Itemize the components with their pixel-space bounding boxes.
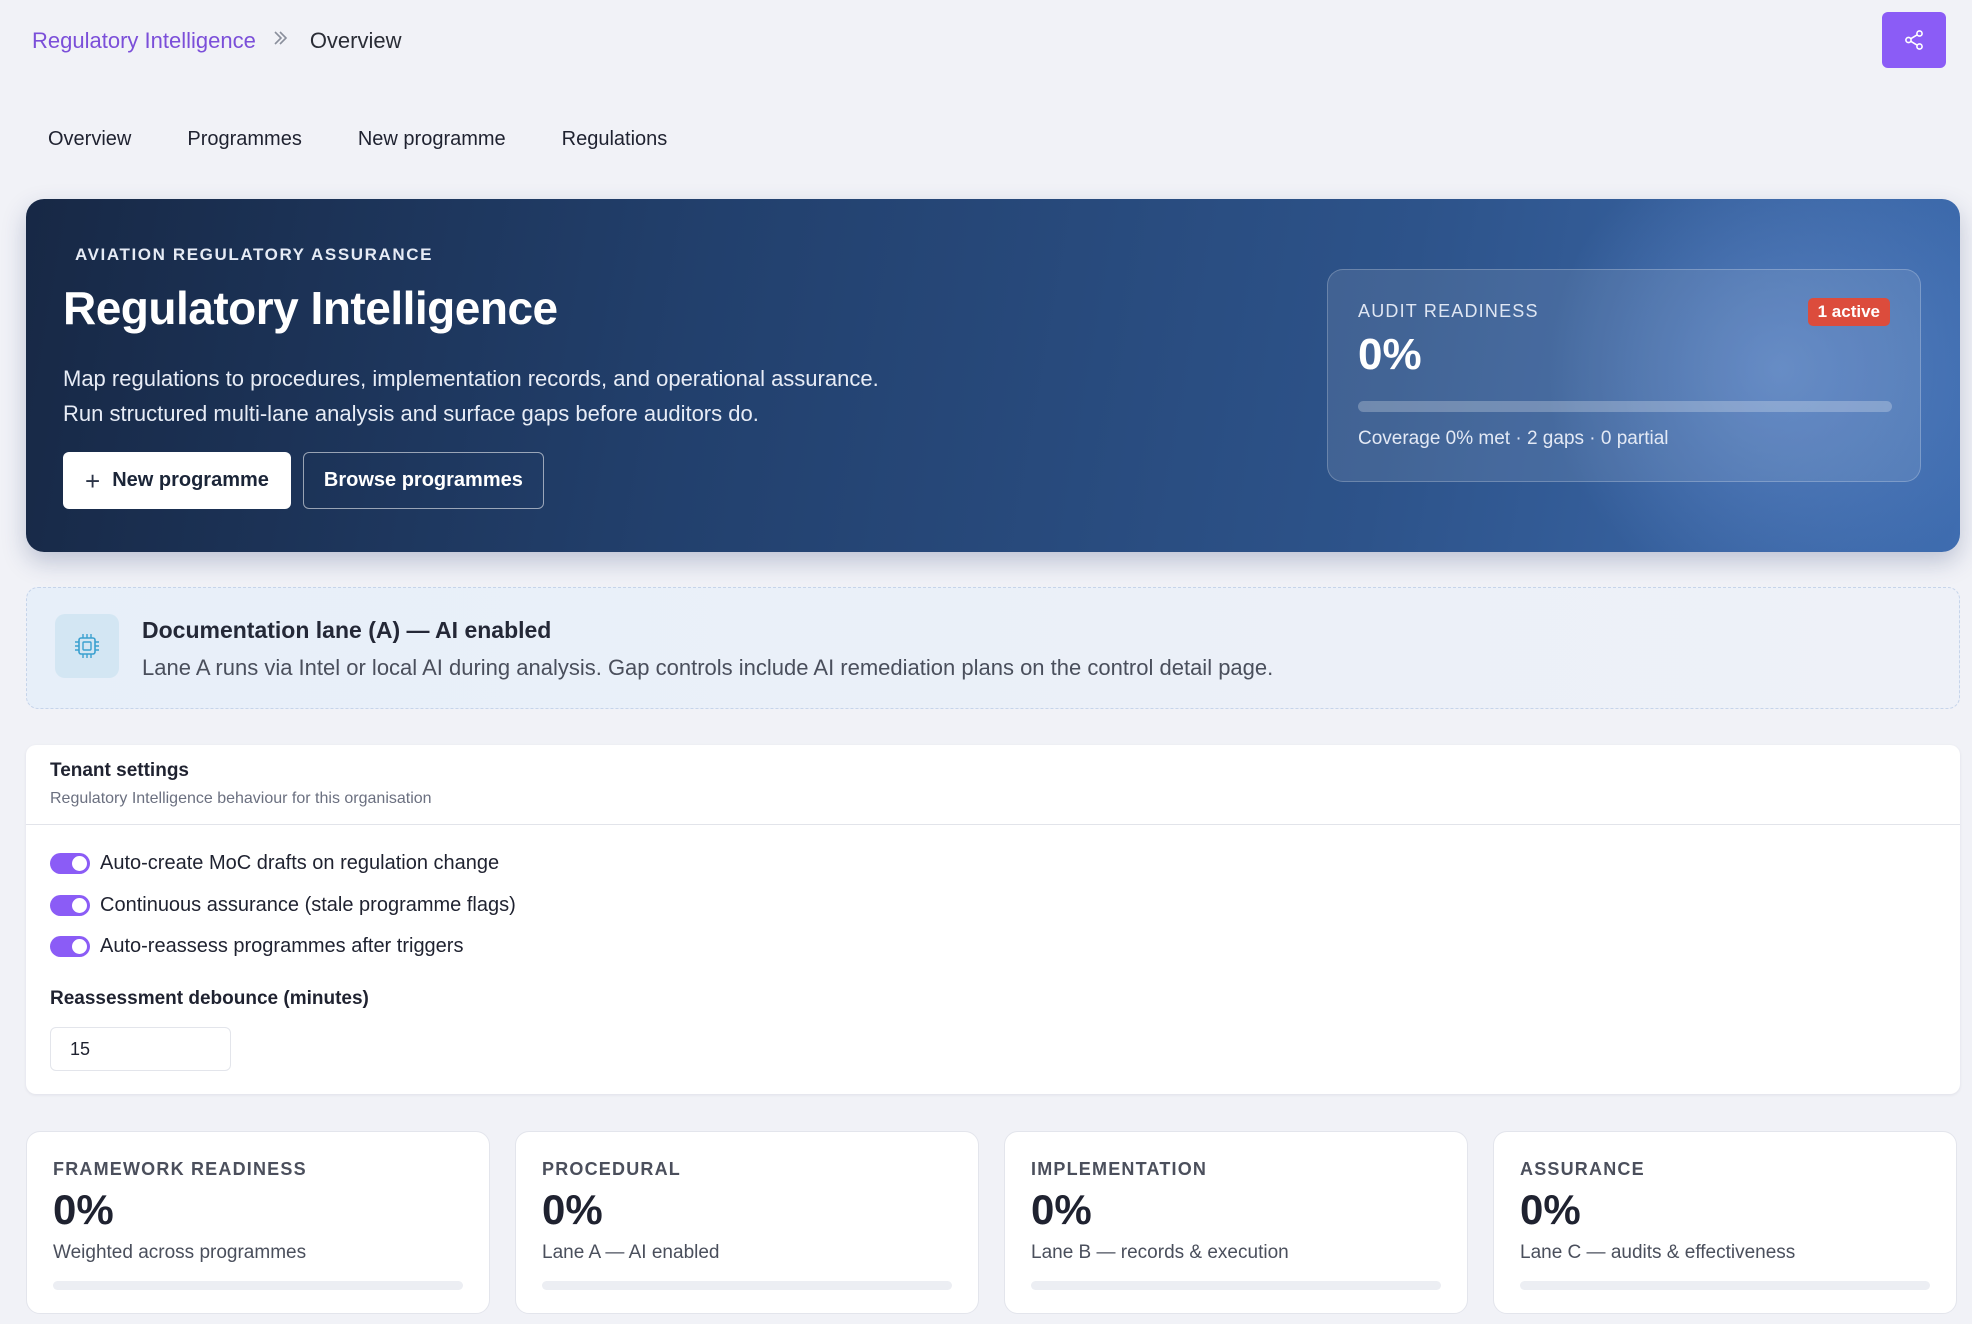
metric-label: FRAMEWORK READINESS xyxy=(53,1159,307,1179)
ai-lane-banner: Documentation lane (A) — AI enabled Lane… xyxy=(26,587,1960,709)
metric-progress xyxy=(542,1281,952,1290)
breadcrumb-current: Overview xyxy=(309,28,402,53)
metric-value: 0% xyxy=(1520,1186,1581,1233)
metric-label: PROCEDURAL xyxy=(542,1159,682,1179)
browse-programmes-button[interactable]: Browse programmes xyxy=(302,452,544,509)
tab-overview[interactable]: Overview xyxy=(48,128,131,151)
audit-readiness-value: 0% xyxy=(1358,330,1422,379)
tab-regulations[interactable]: Regulations xyxy=(562,128,668,151)
metric-card-assurance: ASSURANCE 0% Lane C — audits & effective… xyxy=(1493,1131,1957,1314)
tab-new-programme[interactable]: New programme xyxy=(358,128,506,151)
metric-description: Lane A — AI enabled xyxy=(542,1242,720,1263)
tenant-settings-title: Tenant settings xyxy=(50,760,189,781)
toggle-row-auto-reassess[interactable]: Auto-reassess programmes after triggers xyxy=(50,935,463,958)
hero-description: Map regulations to procedures, implement… xyxy=(63,361,1043,431)
audit-readiness-label: AUDIT READINESS xyxy=(1358,301,1539,321)
tenant-settings-header: Tenant settings Regulatory Intelligence … xyxy=(26,745,1960,825)
main-tabs: Overview Programmes New programme Regula… xyxy=(48,128,667,151)
new-programme-label: New programme xyxy=(112,469,269,491)
breadcrumb-root-link[interactable]: Regulatory Intelligence xyxy=(32,28,256,54)
chip-icon xyxy=(55,614,119,678)
hero-eyebrow: AVIATION REGULATORY ASSURANCE xyxy=(75,245,434,264)
share-button[interactable] xyxy=(1882,12,1946,68)
toggle-switch[interactable] xyxy=(50,936,90,957)
metric-description: Lane C — audits & effectiveness xyxy=(1520,1242,1796,1263)
metric-progress xyxy=(1031,1281,1441,1290)
toggle-row-continuous-assurance[interactable]: Continuous assurance (stale programme fl… xyxy=(50,894,516,917)
lane-banner-title: Documentation lane (A) — AI enabled xyxy=(142,617,552,643)
audit-readiness-card: AUDIT READINESS 1 active 0% Coverage 0% … xyxy=(1327,269,1921,482)
share-icon xyxy=(1905,30,1923,50)
hero-description-line: Run structured multi-lane analysis and s… xyxy=(63,401,759,426)
metric-label: ASSURANCE xyxy=(1520,1159,1645,1179)
tenant-settings-card: Tenant settings Regulatory Intelligence … xyxy=(26,745,1960,1094)
new-programme-button[interactable]: + New programme xyxy=(63,452,291,509)
metric-value: 0% xyxy=(1031,1186,1092,1233)
tab-programmes[interactable]: Programmes xyxy=(187,128,301,151)
metric-progress xyxy=(1520,1281,1930,1290)
metric-description: Weighted across programmes xyxy=(53,1242,307,1263)
metric-card-framework-readiness: FRAMEWORK READINESS 0% Weighted across p… xyxy=(26,1131,490,1314)
toggle-label: Auto-create MoC drafts on regulation cha… xyxy=(100,852,500,874)
toggle-label: Auto-reassess programmes after triggers xyxy=(100,935,464,957)
status-badge: 1 active xyxy=(1807,298,1890,326)
metric-progress xyxy=(53,1281,463,1290)
toggle-row-auto-moc[interactable]: Auto-create MoC drafts on regulation cha… xyxy=(50,852,499,875)
chevron-right-icon xyxy=(272,29,296,53)
metric-card-procedural: PROCEDURAL 0% Lane A — AI enabled xyxy=(515,1131,979,1314)
coverage-summary: Coverage 0% met · 2 gaps · 0 partial xyxy=(1358,428,1669,449)
metric-value: 0% xyxy=(542,1186,603,1233)
toggle-switch[interactable] xyxy=(50,853,90,874)
toggle-label: Continuous assurance (stale programme fl… xyxy=(100,894,516,916)
metric-description: Lane B — records & execution xyxy=(1031,1242,1289,1263)
metric-label: IMPLEMENTATION xyxy=(1031,1159,1208,1179)
metric-value: 0% xyxy=(53,1186,114,1233)
debounce-label: Reassessment debounce (minutes) xyxy=(50,988,369,1009)
plus-icon: + xyxy=(85,465,101,496)
hero-banner: AVIATION REGULATORY ASSURANCE Regulatory… xyxy=(26,199,1960,552)
page-title: Regulatory Intelligence xyxy=(63,282,558,334)
metric-card-implementation: IMPLEMENTATION 0% Lane B — records & exe… xyxy=(1004,1131,1468,1314)
hero-actions: + New programme Browse programmes xyxy=(63,452,544,509)
top-bar: Regulatory Intelligence Overview xyxy=(0,0,1972,90)
hero-description-line: Map regulations to procedures, implement… xyxy=(63,366,879,391)
breadcrumb: Regulatory Intelligence Overview xyxy=(32,28,402,54)
audit-readiness-progress xyxy=(1358,401,1892,412)
toggle-switch[interactable] xyxy=(50,895,90,916)
metric-cards: FRAMEWORK READINESS 0% Weighted across p… xyxy=(26,1131,1957,1314)
debounce-input[interactable] xyxy=(50,1027,231,1071)
lane-banner-description: Lane A runs via Intel or local AI during… xyxy=(142,655,1274,680)
tenant-settings-subtitle: Regulatory Intelligence behaviour for th… xyxy=(50,790,432,807)
